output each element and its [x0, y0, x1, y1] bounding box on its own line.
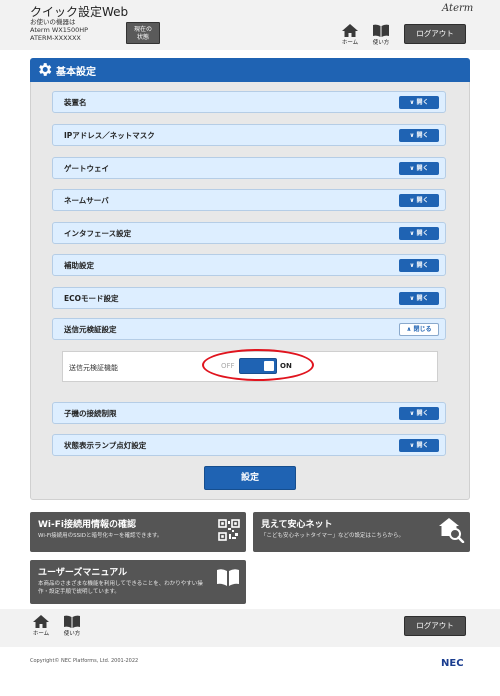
row-source-verification[interactable]: 送信元検証設定 ∧ 閉じる — [52, 318, 446, 340]
user-manual-card[interactable]: ユーザーズマニュアル 本商品のさまざまな機能を利用してできることを、わかりやすい… — [30, 560, 246, 604]
book-icon — [217, 569, 239, 586]
open-button[interactable]: ∨ 開く — [399, 129, 439, 142]
footer-manual-button[interactable]: 使い方 — [59, 615, 85, 637]
open-button[interactable]: ∨ 開く — [399, 292, 439, 305]
red-highlight-circle — [202, 349, 314, 381]
row-name-server[interactable]: ネームサーバ ∨ 開く — [52, 189, 446, 211]
footer-manual-label: 使い方 — [63, 631, 81, 637]
row-client-connection-limit[interactable]: 子機の接続制限 ∨ 開く — [52, 402, 446, 424]
footer-bar: ホーム 使い方 ログアウト — [0, 609, 500, 647]
footer-home-label: ホーム — [32, 631, 50, 637]
open-button[interactable]: ∨ 開く — [399, 96, 439, 109]
open-button[interactable]: ∨ 開く — [399, 407, 439, 420]
row-eco-mode[interactable]: ECOモード設定 ∨ 開く — [52, 287, 446, 309]
nec-logo: NEC — [441, 658, 464, 669]
copyright-text: Copyright© NEC Platforms, Ltd. 2001-2022 — [30, 658, 139, 664]
row-device-name[interactable]: 装置名 ∨ 開く — [52, 91, 446, 113]
panel-header: 基本設定 — [30, 58, 470, 82]
home-label: ホーム — [341, 40, 359, 46]
row-gateway[interactable]: ゲートウェイ ∨ 開く — [52, 157, 446, 179]
aterm-logo: Aterm — [442, 3, 474, 14]
row-auxiliary-settings[interactable]: 補助設定 ∨ 開く — [52, 254, 446, 276]
manual-label: 使い方 — [372, 40, 390, 46]
device-caption: お使いの機器は — [30, 18, 76, 26]
row-ip-netmask[interactable]: IPアドレス／ネットマスク ∨ 開く — [52, 124, 446, 146]
footer-home-button[interactable]: ホーム — [28, 615, 54, 637]
gear-icon — [39, 63, 52, 76]
header: クイック設定Web お使いの機器は Aterm WX1500HP ATERM-X… — [0, 0, 500, 50]
set-button[interactable]: 設定 — [204, 466, 296, 490]
row-interface-settings[interactable]: インタフェース設定 ∨ 開く — [52, 222, 446, 244]
home-button[interactable]: ホーム — [337, 24, 363, 46]
safe-net-card[interactable]: 見えて安心ネット 「こども安心ネットタイマー」などの設定はこちらから。 — [253, 512, 470, 552]
close-button[interactable]: ∧ 閉じる — [399, 323, 439, 336]
open-button[interactable]: ∨ 開く — [399, 259, 439, 272]
device-model: Aterm WX1500HP — [30, 26, 89, 34]
house-search-icon — [439, 518, 465, 543]
logout-button[interactable]: ログアウト — [404, 24, 466, 44]
row-status-lamp[interactable]: 状態表示ランプ点灯設定 ∨ 開く — [52, 434, 446, 456]
home-icon — [342, 24, 358, 37]
device-ssid: ATERM-XXXXXX — [30, 34, 81, 42]
footer-logout-button[interactable]: ログアウト — [404, 616, 466, 636]
book-icon — [373, 24, 389, 37]
open-button[interactable]: ∨ 開く — [399, 162, 439, 175]
book-icon — [64, 615, 80, 628]
manual-button[interactable]: 使い方 — [368, 24, 394, 46]
source-verification-label: 送信元検証機能 — [69, 364, 118, 372]
open-button[interactable]: ∨ 開く — [399, 439, 439, 452]
open-button[interactable]: ∨ 開く — [399, 194, 439, 207]
qr-code-icon — [218, 519, 240, 541]
open-button[interactable]: ∨ 開く — [399, 227, 439, 240]
panel-title: 基本設定 — [56, 67, 96, 78]
wifi-info-card[interactable]: Wi-Fi接続用情報の確認 Wi-Fi接続用のSSIDと暗号化キーを確認できます… — [30, 512, 246, 552]
current-status-button[interactable]: 現在の 状態 — [126, 22, 160, 44]
device-info: お使いの機器は Aterm WX1500HP ATERM-XXXXXX — [30, 18, 88, 42]
home-icon — [33, 615, 49, 628]
